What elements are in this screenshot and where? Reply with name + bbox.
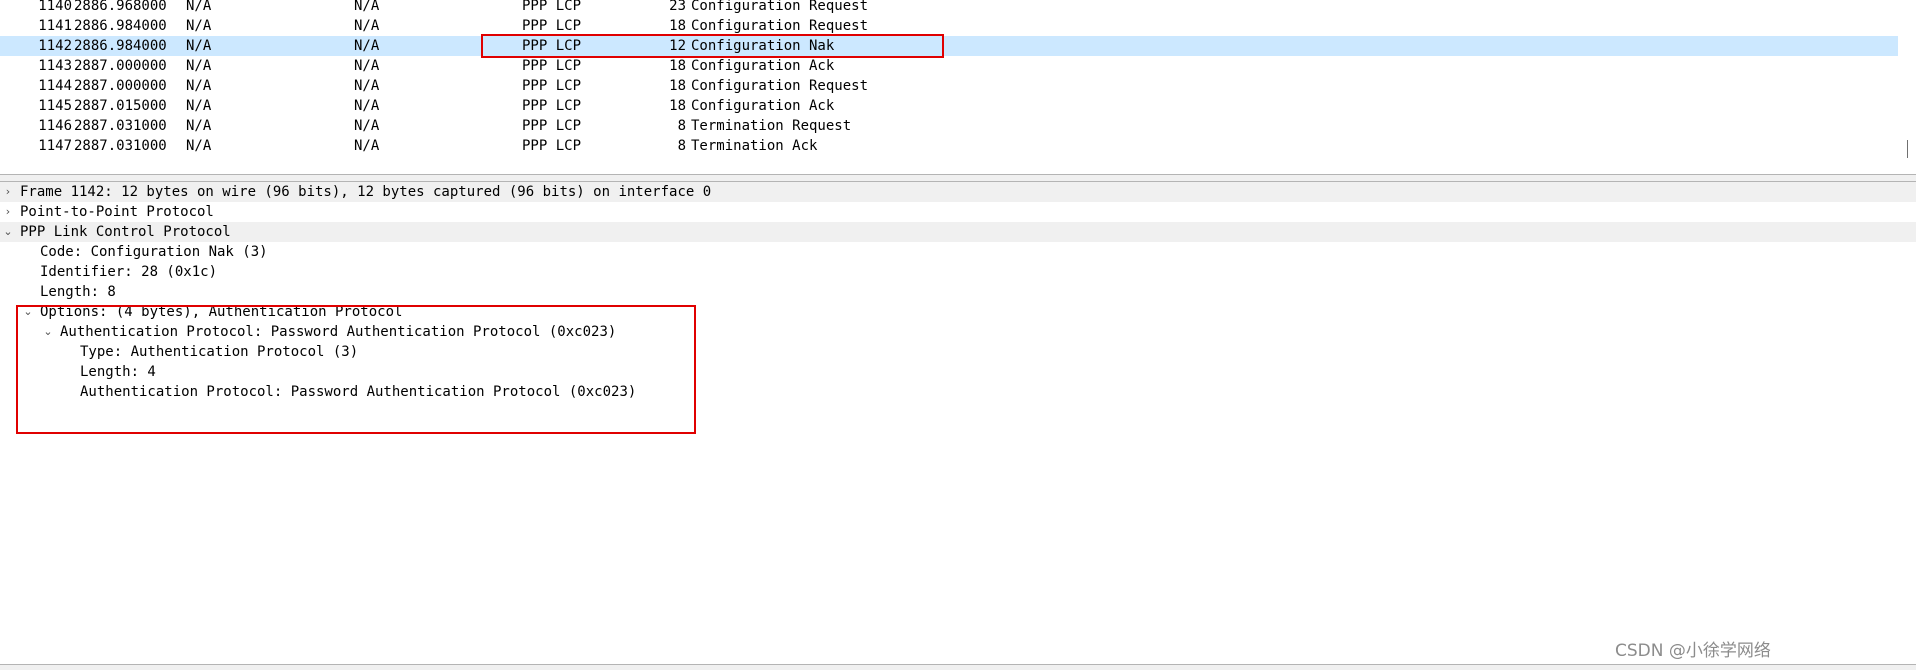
tree-item-identifier[interactable]: Identifier: 28 (0x1c) xyxy=(0,262,1916,282)
packet-time: 2887.031000 xyxy=(74,138,167,154)
packet-source: N/A xyxy=(186,0,212,14)
packet-number: 1146 xyxy=(38,118,72,134)
chevron-right-icon[interactable]: › xyxy=(2,202,14,222)
packet-number: 1141 xyxy=(38,18,72,34)
packet-destination: N/A xyxy=(354,18,380,34)
tree-item-label: Identifier: 28 (0x1c) xyxy=(40,264,218,280)
packet-row-selected[interactable]: 1142 2886.984000 N/A N/A PPP LCP 12 Conf… xyxy=(0,36,1898,56)
tree-item-label: Authentication Protocol: Password Authen… xyxy=(80,384,637,400)
packet-number: 1145 xyxy=(38,98,72,114)
packet-source: N/A xyxy=(186,118,212,134)
tree-item-code[interactable]: Code: Configuration Nak (3) xyxy=(0,242,1916,262)
packet-info: Configuration Ack xyxy=(691,98,835,114)
packet-row[interactable]: 1147 2887.031000 N/A N/A PPP LCP 8 Termi… xyxy=(0,136,1898,156)
packet-details: › Frame 1142: 12 bytes on wire (96 bits)… xyxy=(0,182,1916,664)
packet-time: 2887.000000 xyxy=(74,78,167,94)
packet-length: 18 xyxy=(669,78,686,94)
packet-time: 2887.031000 xyxy=(74,118,167,134)
packet-list-scrollbar[interactable] xyxy=(1907,140,1908,158)
tree-item-length[interactable]: Length: 8 xyxy=(0,282,1916,302)
packet-destination: N/A xyxy=(354,0,380,14)
packet-time: 2886.984000 xyxy=(74,38,167,54)
packet-length: 18 xyxy=(669,58,686,74)
packet-time: 2886.984000 xyxy=(74,18,167,34)
packet-protocol: PPP LCP xyxy=(522,98,582,114)
packet-number: 1147 xyxy=(38,138,72,154)
packet-source: N/A xyxy=(186,58,212,74)
packet-destination: N/A xyxy=(354,138,380,154)
packet-row[interactable]: 1140 2886.968000 N/A N/A PPP LCP 23 Conf… xyxy=(0,0,1898,16)
packet-protocol: PPP LCP xyxy=(522,118,582,134)
packet-destination: N/A xyxy=(354,118,380,134)
packet-info: Configuration Ack xyxy=(691,58,835,74)
packet-number: 1142 xyxy=(38,38,72,54)
wireshark-window: 1140 2886.968000 N/A N/A PPP LCP 23 Conf… xyxy=(0,0,1916,670)
packet-destination: N/A xyxy=(354,38,380,54)
tree-item-label: Options: (4 bytes), Authentication Proto… xyxy=(40,304,403,320)
packet-protocol: PPP LCP xyxy=(522,58,582,74)
packet-info: Termination Request xyxy=(691,118,852,134)
packet-length: 18 xyxy=(669,98,686,114)
tree-item-label: Frame 1142: 12 bytes on wire (96 bits), … xyxy=(20,184,712,200)
packet-list: 1140 2886.968000 N/A N/A PPP LCP 23 Conf… xyxy=(0,0,1916,174)
packet-source: N/A xyxy=(186,78,212,94)
packet-length: 23 xyxy=(669,0,686,14)
tree-item-label: PPP Link Control Protocol xyxy=(20,224,231,240)
tree-item-frame[interactable]: › Frame 1142: 12 bytes on wire (96 bits)… xyxy=(0,182,1916,202)
packet-source: N/A xyxy=(186,138,212,154)
packet-length: 8 xyxy=(677,118,686,134)
tree-item-ppp[interactable]: › Point-to-Point Protocol xyxy=(0,202,1916,222)
packet-row[interactable]: 1144 2887.000000 N/A N/A PPP LCP 18 Conf… xyxy=(0,76,1898,96)
packet-row[interactable]: 1143 2887.000000 N/A N/A PPP LCP 18 Conf… xyxy=(0,56,1898,76)
tree-item-label: Point-to-Point Protocol xyxy=(20,204,214,220)
tree-item-auth-value[interactable]: Authentication Protocol: Password Authen… xyxy=(0,382,1916,402)
chevron-down-icon[interactable]: ⌄ xyxy=(2,222,14,242)
packet-info: Configuration Request xyxy=(691,78,869,94)
tree-item-label: Length: 4 xyxy=(80,364,156,380)
tree-item-auth-type[interactable]: Type: Authentication Protocol (3) xyxy=(0,342,1916,362)
packet-source: N/A xyxy=(186,18,212,34)
packet-source: N/A xyxy=(186,38,212,54)
tree-item-options[interactable]: ⌄ Options: (4 bytes), Authentication Pro… xyxy=(0,302,1916,322)
tree-item-auth-length[interactable]: Length: 4 xyxy=(0,362,1916,382)
tree-item-label: Type: Authentication Protocol (3) xyxy=(80,344,359,360)
packet-destination: N/A xyxy=(354,58,380,74)
chevron-down-icon[interactable]: ⌄ xyxy=(42,322,54,342)
packet-number: 1143 xyxy=(38,58,72,74)
status-bar xyxy=(0,665,1916,670)
packet-time: 2887.015000 xyxy=(74,98,167,114)
packet-length: 18 xyxy=(669,18,686,34)
watermark: CSDN @小徐学网络 xyxy=(1615,641,1771,661)
chevron-right-icon[interactable]: › xyxy=(2,182,14,202)
packet-time: 2886.968000 xyxy=(74,0,167,14)
packet-info: Termination Ack xyxy=(691,138,818,154)
packet-row[interactable]: 1141 2886.984000 N/A N/A PPP LCP 18 Conf… xyxy=(0,16,1898,36)
tree-item-auth-option[interactable]: ⌄ Authentication Protocol: Password Auth… xyxy=(0,322,1916,342)
packet-info: Configuration Nak xyxy=(691,38,835,54)
chevron-down-icon[interactable]: ⌄ xyxy=(22,302,34,322)
packet-row[interactable]: 1145 2887.015000 N/A N/A PPP LCP 18 Conf… xyxy=(0,96,1898,116)
packet-number: 1144 xyxy=(38,78,72,94)
packet-length: 12 xyxy=(669,38,686,54)
packet-info: Configuration Request xyxy=(691,0,869,14)
packet-time: 2887.000000 xyxy=(74,58,167,74)
packet-row[interactable]: 1146 2887.031000 N/A N/A PPP LCP 8 Termi… xyxy=(0,116,1898,136)
packet-protocol: PPP LCP xyxy=(522,78,582,94)
packet-source: N/A xyxy=(186,98,212,114)
tree-item-lcp[interactable]: ⌄ PPP Link Control Protocol xyxy=(0,222,1916,242)
packet-protocol: PPP LCP xyxy=(522,0,582,14)
packet-destination: N/A xyxy=(354,78,380,94)
packet-info: Configuration Request xyxy=(691,18,869,34)
tree-item-label: Code: Configuration Nak (3) xyxy=(40,244,268,260)
packet-protocol: PPP LCP xyxy=(522,18,582,34)
tree-item-label: Length: 8 xyxy=(40,284,116,300)
packet-number: 1140 xyxy=(38,0,72,14)
packet-protocol: PPP LCP xyxy=(522,38,582,54)
tree-item-label: Authentication Protocol: Password Authen… xyxy=(60,324,617,340)
packet-protocol: PPP LCP xyxy=(522,138,582,154)
packet-destination: N/A xyxy=(354,98,380,114)
packet-length: 8 xyxy=(677,138,686,154)
